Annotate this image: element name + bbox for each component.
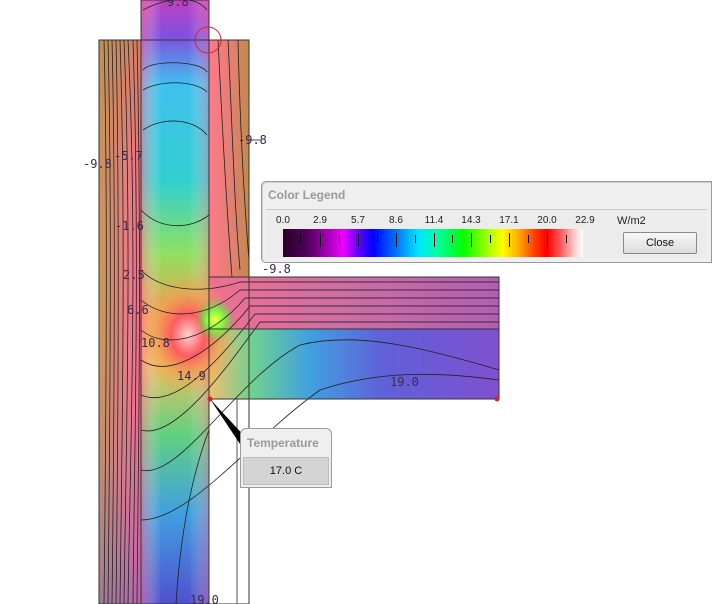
temperature-tooltip: Temperature 17.0 C	[240, 428, 332, 488]
legend-major-tick	[320, 233, 321, 247]
iso-label-left-outer: -9.8	[83, 157, 112, 171]
close-button[interactable]: Close	[623, 232, 697, 254]
iso-label-bottom: 19.0	[190, 593, 219, 604]
iso-label-top: 9.8	[167, 0, 189, 9]
legend-minor-tick	[415, 235, 416, 243]
legend-tick-label: 20.0	[537, 215, 557, 226]
heat-flux-plot: 9.8 -9.8 -9.8 -9.8 -5.7 -1.6 2.5 6.6 10.…	[83, 0, 500, 604]
legend-tick-label: 2.9	[313, 215, 327, 226]
legend-major-tick	[396, 233, 397, 247]
right-wall-region	[209, 40, 249, 277]
slab-top-region	[209, 277, 499, 329]
legend-tick-label: 8.6	[389, 215, 403, 226]
legend-minor-tick	[528, 235, 529, 243]
legend-major-tick	[509, 233, 510, 247]
iso-label-6-6: 6.6	[127, 303, 149, 317]
legend-tick-label: 14.3	[461, 215, 481, 226]
iso-label-14-9: 14.9	[177, 369, 206, 383]
iso-label-right-outer: -9.8	[238, 133, 267, 147]
iso-label-1-6: -1.6	[115, 219, 144, 233]
legend-minor-tick	[566, 235, 567, 243]
legend-tick-label: 5.7	[351, 215, 365, 226]
legend-major-tick	[358, 233, 359, 247]
tooltip-title: Temperature	[247, 436, 319, 450]
iso-label-mid-right: -9.8	[262, 262, 291, 276]
iso-label-2-5: 2.5	[123, 268, 145, 282]
legend-color-bar	[283, 229, 583, 257]
legend-major-tick	[547, 233, 548, 247]
legend-tick-label: 22.9	[575, 215, 595, 226]
legend-major-tick	[471, 233, 472, 247]
legend-minor-tick	[339, 235, 340, 243]
color-legend-title: Color Legend	[268, 188, 346, 202]
probe-point-right	[494, 396, 500, 402]
iso-label-19-0: 19.0	[390, 375, 419, 389]
legend-minor-tick	[490, 235, 491, 243]
legend-minor-tick	[377, 235, 378, 243]
tooltip-value: 17.0 C	[243, 457, 329, 485]
legend-major-tick	[434, 233, 435, 247]
legend-minor-tick	[291, 235, 292, 243]
iso-label-10-8: 10.8	[141, 336, 170, 350]
iso-label-5-7: -5.7	[114, 149, 143, 163]
legend-minor-tick	[300, 235, 301, 243]
legend-tick-label: 11.4	[424, 215, 444, 226]
legend-minor-tick	[452, 235, 453, 243]
thermal-viewport[interactable]: 9.8 -9.8 -9.8 -9.8 -5.7 -1.6 2.5 6.6 10.…	[0, 0, 719, 604]
legend-units-label: W/m2	[617, 215, 646, 227]
slab-region	[209, 329, 499, 399]
legend-tick-label: 0.0	[276, 215, 290, 226]
legend-tick-label: 17.1	[499, 215, 519, 226]
